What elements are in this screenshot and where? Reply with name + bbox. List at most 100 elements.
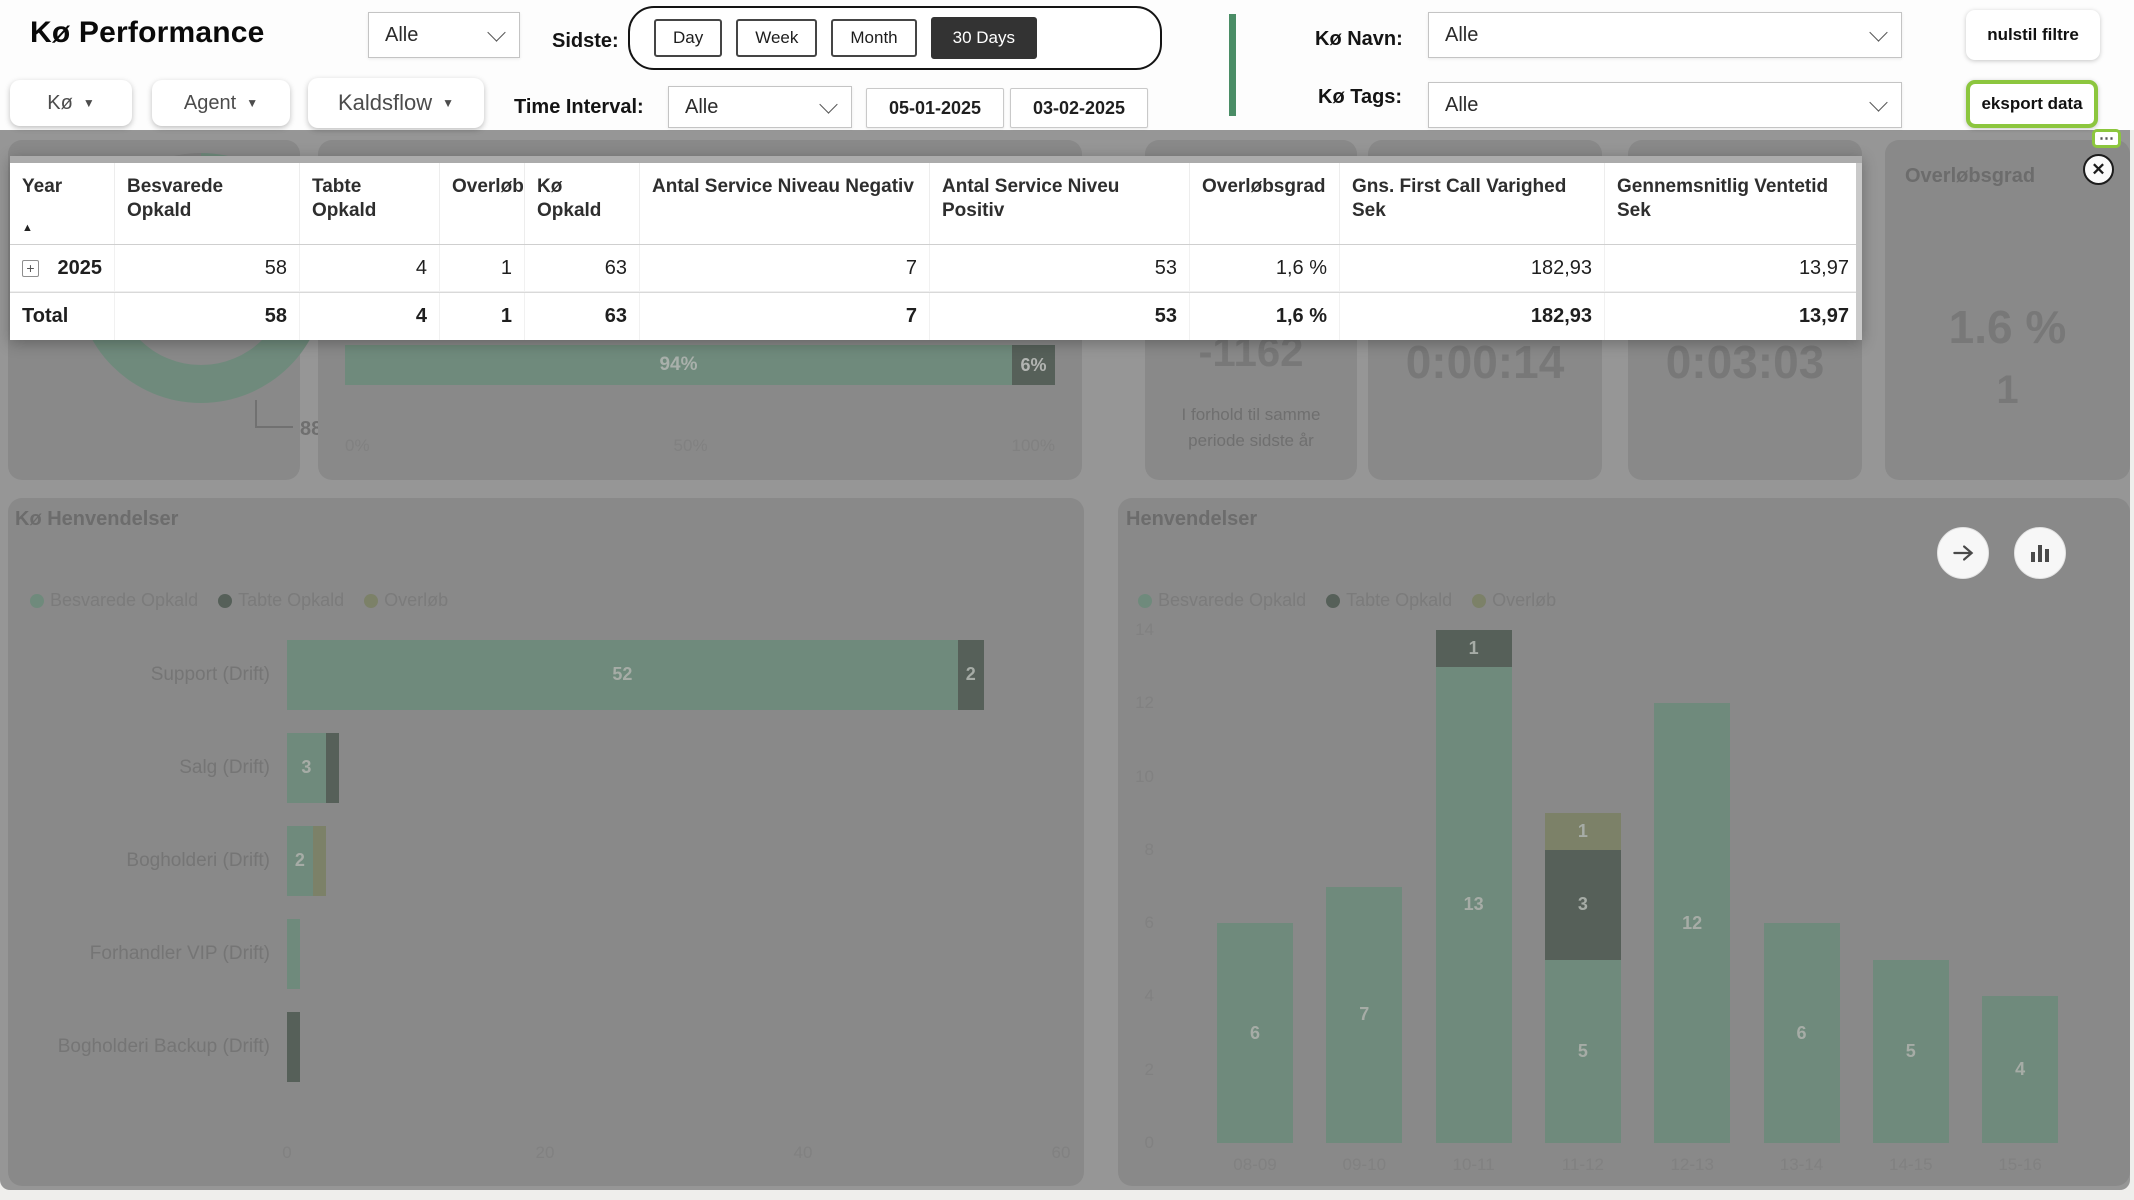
hbar[interactable]: [287, 919, 300, 989]
table-header-cell[interactable]: Gns. First Call Varighed Sek: [1340, 163, 1605, 244]
close-focus-button[interactable]: ✕: [2083, 154, 2114, 185]
slicer-agent[interactable]: Agent ▼: [152, 80, 290, 126]
table-header-cell[interactable]: Year▲: [10, 163, 115, 244]
legend-item[interactable]: Overløb: [364, 590, 448, 611]
legend-item[interactable]: Tabte Opkald: [218, 590, 344, 611]
slicer-label: Agent: [184, 92, 236, 115]
column-header-label: Besvarede Opkald: [127, 175, 287, 223]
row-header-cell[interactable]: Total: [10, 293, 115, 340]
drill-arrow-button[interactable]: [1937, 527, 1989, 579]
table-header-cell[interactable]: Tabte Opkald: [300, 163, 440, 244]
table-cell: 63: [525, 245, 640, 291]
vbar-segment[interactable]: 12: [1654, 703, 1730, 1143]
x-axis-label: 12-13: [1670, 1155, 1713, 1175]
hbar[interactable]: [287, 1012, 300, 1082]
vbar-segment[interactable]: 5: [1873, 960, 1949, 1143]
bar-value-label: 3: [1578, 894, 1588, 915]
vbar-segment[interactable]: 6: [1764, 923, 1840, 1143]
card-overflow: Overløbsgrad 1.6 % 1: [1885, 140, 2130, 480]
slicer-ko[interactable]: Kø ▼: [10, 80, 132, 126]
table-header-cell[interactable]: Kø Opkald: [525, 163, 640, 244]
table-top-strip[interactable]: [10, 156, 1862, 163]
table-cell: 1: [440, 245, 525, 291]
vbar-segment[interactable]: 3: [1545, 850, 1621, 960]
bar-value-label: 2: [966, 664, 976, 685]
table-header-cell[interactable]: Besvarede Opkald: [115, 163, 300, 244]
more-options-button[interactable]: ⋯: [2092, 129, 2121, 148]
sort-asc-icon: ▲: [22, 222, 102, 236]
y-axis-tick: 6: [1118, 913, 1154, 933]
x-axis-label: 14-15: [1889, 1155, 1932, 1175]
hbar-segment[interactable]: 52: [287, 640, 958, 710]
vbar-segment[interactable]: 1: [1436, 630, 1512, 667]
table-row[interactable]: +20255841637531,6 %182,9313,97: [10, 245, 1862, 292]
hchart-title: Kø Henvendelser: [15, 508, 178, 531]
time-interval-dropdown[interactable]: Alle: [668, 86, 852, 128]
reset-filters-button[interactable]: nulstil filtre: [1966, 10, 2100, 60]
bar-value-label: 6: [1250, 1023, 1260, 1044]
hbar[interactable]: 2: [287, 826, 326, 896]
bar-value-label: 7: [1359, 1004, 1369, 1025]
overflow-count: 1: [1885, 368, 2130, 413]
column-header-label: Overløb: [452, 175, 512, 199]
hbar-segment[interactable]: [326, 733, 339, 803]
hbar-segment[interactable]: [287, 919, 300, 989]
bar-value-label: 6: [1796, 1023, 1806, 1044]
hbar-segment[interactable]: 3: [287, 733, 326, 803]
vbar-segment[interactable]: 4: [1982, 996, 2058, 1143]
hbar-segment[interactable]: [287, 1012, 300, 1082]
hbar-segment[interactable]: 2: [958, 640, 984, 710]
export-data-button[interactable]: eksport data: [1966, 80, 2098, 128]
chart-type-button[interactable]: [2014, 527, 2066, 579]
x-axis-label: 09-10: [1343, 1155, 1386, 1175]
period-button-day[interactable]: Day: [654, 19, 722, 57]
legend-dot: [30, 594, 44, 608]
date-to-field[interactable]: 03-02-2025: [1010, 88, 1148, 128]
service-negative-segment[interactable]: 6%: [1012, 345, 1055, 385]
ko-tags-dropdown[interactable]: Alle: [1428, 82, 1902, 128]
vbar-segment[interactable]: 7: [1326, 887, 1402, 1143]
slicer-kaldsflow[interactable]: Kaldsflow ▼: [308, 78, 484, 128]
table-body: +20255841637531,6 %182,9313,97Total58416…: [10, 245, 1862, 340]
hbar-segment[interactable]: [313, 826, 326, 896]
x-axis-tick: 40: [794, 1143, 813, 1163]
hchart-plot: Support (Drift)522Salg (Drift)3Bogholder…: [8, 628, 1084, 1186]
legend-item[interactable]: Besvarede Opkald: [30, 590, 198, 611]
column-header-label: Antal Service Niveu Positiv: [942, 175, 1177, 223]
period-button-30days[interactable]: 30 Days: [931, 17, 1037, 59]
table-cell: 7: [640, 293, 930, 340]
dashboard-canvas: Kø Performance Alle Sidste: Day Week Mon…: [0, 0, 2134, 1200]
vbar-segment[interactable]: 1: [1545, 813, 1621, 850]
row-header-cell[interactable]: +2025: [10, 245, 115, 291]
service-positive-segment[interactable]: 94%: [345, 345, 1012, 385]
table-header-cell[interactable]: Gennemsnitlig Ventetid Sek: [1605, 163, 1862, 244]
date-from-field[interactable]: 05-01-2025: [866, 88, 1004, 128]
expand-plus-icon[interactable]: +: [22, 260, 39, 277]
period-button-week[interactable]: Week: [736, 19, 817, 57]
vbar-segment[interactable]: 6: [1217, 923, 1293, 1143]
period-button-month[interactable]: Month: [831, 19, 916, 57]
vbar-segment[interactable]: 13: [1436, 667, 1512, 1143]
table-header-cell[interactable]: Overløb: [440, 163, 525, 244]
table-cell: 13,97: [1605, 293, 1862, 340]
delta-subtitle-line2: periode sidste år: [1145, 428, 1357, 454]
table-header-cell[interactable]: Antal Service Niveau Negativ: [640, 163, 930, 244]
segment-label: 6%: [1020, 355, 1046, 376]
table-header-cell[interactable]: Overløbsgrad: [1190, 163, 1340, 244]
global-filter-dropdown[interactable]: Alle: [368, 12, 520, 58]
hbar[interactable]: 52 2: [287, 640, 984, 710]
donut-callout-line: [255, 400, 293, 428]
hbar[interactable]: 3: [287, 733, 339, 803]
table-scrollbar[interactable]: [1856, 163, 1862, 340]
service-level-bar[interactable]: 94% 6%: [345, 345, 1055, 385]
table-total-row[interactable]: Total5841637531,6 %182,9313,97: [10, 292, 1862, 340]
table-cell: 58: [115, 245, 300, 291]
table-header-cell[interactable]: Antal Service Niveu Positiv: [930, 163, 1190, 244]
ko-navn-dropdown[interactable]: Alle: [1428, 12, 1902, 58]
vbar-segment[interactable]: 5: [1545, 960, 1621, 1143]
table-cell: 1,6 %: [1190, 245, 1340, 291]
x-axis-label: 15-16: [1998, 1155, 2041, 1175]
overflow-card-title: Overløbsgrad: [1905, 165, 2035, 188]
hbar-segment[interactable]: 2: [287, 826, 313, 896]
summary-table-popup: Year▲Besvarede Opkald Tabte Opkald Overløb…: [10, 156, 1862, 340]
